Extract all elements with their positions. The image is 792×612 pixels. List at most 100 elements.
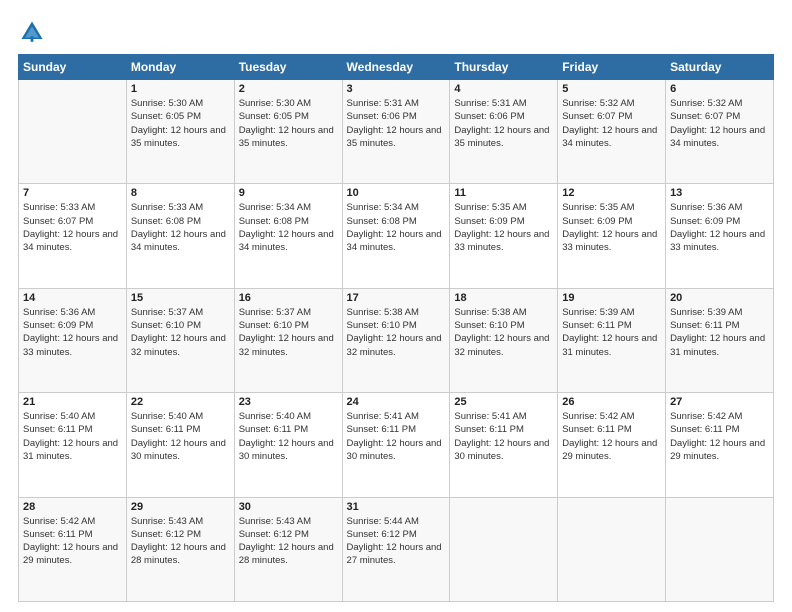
day-info: Sunrise: 5:37 AM Sunset: 6:10 PM Dayligh…: [239, 306, 338, 359]
calendar-cell: 21 Sunrise: 5:40 AM Sunset: 6:11 PM Dayli…: [19, 393, 127, 497]
day-info: Sunrise: 5:38 AM Sunset: 6:10 PM Dayligh…: [347, 306, 446, 359]
day-number: 27: [670, 396, 769, 408]
day-number: 12: [562, 187, 661, 199]
day-number: 15: [131, 292, 230, 304]
calendar-cell: 17 Sunrise: 5:38 AM Sunset: 6:10 PM Dayli…: [342, 288, 450, 392]
logo-icon: [18, 18, 46, 46]
week-row-0: 1 Sunrise: 5:30 AM Sunset: 6:05 PM Daylig…: [19, 80, 774, 184]
day-info: Sunrise: 5:42 AM Sunset: 6:11 PM Dayligh…: [562, 410, 661, 463]
day-number: 11: [454, 187, 553, 199]
calendar-cell: 11 Sunrise: 5:35 AM Sunset: 6:09 PM Dayli…: [450, 184, 558, 288]
day-number: 30: [239, 501, 338, 513]
day-number: 10: [347, 187, 446, 199]
day-info: Sunrise: 5:38 AM Sunset: 6:10 PM Dayligh…: [454, 306, 553, 359]
header-row: SundayMondayTuesdayWednesdayThursdayFrid…: [19, 55, 774, 80]
day-info: Sunrise: 5:39 AM Sunset: 6:11 PM Dayligh…: [562, 306, 661, 359]
header-day-monday: Monday: [126, 55, 234, 80]
calendar-cell: 7Sunrise: 5:33 AM Sunset: 6:07 PM Daylig…: [19, 184, 127, 288]
day-number: 26: [562, 396, 661, 408]
day-number: 20: [670, 292, 769, 304]
calendar-cell: 2 Sunrise: 5:30 AM Sunset: 6:05 PM Daylig…: [234, 80, 342, 184]
day-info: Sunrise: 5:40 AM Sunset: 6:11 PM Dayligh…: [239, 410, 338, 463]
day-number: 25: [454, 396, 553, 408]
calendar-cell: 14 Sunrise: 5:36 AM Sunset: 6:09 PM Dayli…: [19, 288, 127, 392]
calendar-cell: 20 Sunrise: 5:39 AM Sunset: 6:11 PM Dayli…: [666, 288, 774, 392]
calendar-cell: 10 Sunrise: 5:34 AM Sunset: 6:08 PM Dayli…: [342, 184, 450, 288]
header-day-sunday: Sunday: [19, 55, 127, 80]
calendar-cell: 26 Sunrise: 5:42 AM Sunset: 6:11 PM Dayli…: [558, 393, 666, 497]
calendar-table: SundayMondayTuesdayWednesdayThursdayFrid…: [18, 54, 774, 602]
day-number: 13: [670, 187, 769, 199]
calendar-cell: 18 Sunrise: 5:38 AM Sunset: 6:10 PM Dayli…: [450, 288, 558, 392]
day-number: 4: [454, 83, 553, 95]
header: [18, 18, 774, 46]
day-info: Sunrise: 5:33 AM Sunset: 6:08 PM Dayligh…: [131, 201, 230, 254]
day-number: 23: [239, 396, 338, 408]
day-info: Sunrise: 5:42 AM Sunset: 6:11 PM Dayligh…: [670, 410, 769, 463]
day-info: Sunrise: 5:39 AM Sunset: 6:11 PM Dayligh…: [670, 306, 769, 359]
calendar-cell: 15Sunrise: 5:37 AM Sunset: 6:10 PM Dayli…: [126, 288, 234, 392]
day-number: 19: [562, 292, 661, 304]
calendar-cell: 23 Sunrise: 5:40 AM Sunset: 6:11 PM Dayli…: [234, 393, 342, 497]
day-info: Sunrise: 5:32 AM Sunset: 6:07 PM Dayligh…: [670, 97, 769, 150]
day-number: 18: [454, 292, 553, 304]
header-day-friday: Friday: [558, 55, 666, 80]
week-row-3: 21 Sunrise: 5:40 AM Sunset: 6:11 PM Dayli…: [19, 393, 774, 497]
day-info: Sunrise: 5:40 AM Sunset: 6:11 PM Dayligh…: [131, 410, 230, 463]
header-day-thursday: Thursday: [450, 55, 558, 80]
day-info: Sunrise: 5:43 AM Sunset: 6:12 PM Dayligh…: [131, 515, 230, 568]
day-info: Sunrise: 5:30 AM Sunset: 6:05 PM Dayligh…: [239, 97, 338, 150]
day-number: 5: [562, 83, 661, 95]
calendar-cell: 5 Sunrise: 5:32 AM Sunset: 6:07 PM Daylig…: [558, 80, 666, 184]
header-day-wednesday: Wednesday: [342, 55, 450, 80]
day-info: Sunrise: 5:31 AM Sunset: 6:06 PM Dayligh…: [347, 97, 446, 150]
day-number: 31: [347, 501, 446, 513]
calendar-cell: 25Sunrise: 5:41 AM Sunset: 6:11 PM Dayli…: [450, 393, 558, 497]
day-number: 14: [23, 292, 122, 304]
day-info: Sunrise: 5:40 AM Sunset: 6:11 PM Dayligh…: [23, 410, 122, 463]
day-info: Sunrise: 5:35 AM Sunset: 6:09 PM Dayligh…: [454, 201, 553, 254]
day-info: Sunrise: 5:36 AM Sunset: 6:09 PM Dayligh…: [23, 306, 122, 359]
calendar-cell: 29 Sunrise: 5:43 AM Sunset: 6:12 PM Dayli…: [126, 497, 234, 601]
calendar-cell: 19 Sunrise: 5:39 AM Sunset: 6:11 PM Dayli…: [558, 288, 666, 392]
day-number: 16: [239, 292, 338, 304]
header-day-saturday: Saturday: [666, 55, 774, 80]
day-number: 3: [347, 83, 446, 95]
day-number: 2: [239, 83, 338, 95]
calendar-cell: 12 Sunrise: 5:35 AM Sunset: 6:09 PM Dayli…: [558, 184, 666, 288]
day-info: Sunrise: 5:32 AM Sunset: 6:07 PM Dayligh…: [562, 97, 661, 150]
day-number: 17: [347, 292, 446, 304]
day-number: 24: [347, 396, 446, 408]
day-number: 28: [23, 501, 122, 513]
day-number: 9: [239, 187, 338, 199]
day-info: Sunrise: 5:35 AM Sunset: 6:09 PM Dayligh…: [562, 201, 661, 254]
day-info: Sunrise: 5:30 AM Sunset: 6:05 PM Dayligh…: [131, 97, 230, 150]
day-number: 21: [23, 396, 122, 408]
day-info: Sunrise: 5:44 AM Sunset: 6:12 PM Dayligh…: [347, 515, 446, 568]
calendar-cell: 24 Sunrise: 5:41 AM Sunset: 6:11 PM Dayli…: [342, 393, 450, 497]
calendar-cell: 28Sunrise: 5:42 AM Sunset: 6:11 PM Dayli…: [19, 497, 127, 601]
calendar-cell: 6Sunrise: 5:32 AM Sunset: 6:07 PM Daylig…: [666, 80, 774, 184]
day-number: 29: [131, 501, 230, 513]
calendar-cell: 31 Sunrise: 5:44 AM Sunset: 6:12 PM Dayli…: [342, 497, 450, 601]
calendar-cell: 22 Sunrise: 5:40 AM Sunset: 6:11 PM Dayli…: [126, 393, 234, 497]
day-info: Sunrise: 5:34 AM Sunset: 6:08 PM Dayligh…: [347, 201, 446, 254]
day-number: 1: [131, 83, 230, 95]
week-row-1: 7Sunrise: 5:33 AM Sunset: 6:07 PM Daylig…: [19, 184, 774, 288]
day-info: Sunrise: 5:33 AM Sunset: 6:07 PM Dayligh…: [23, 201, 122, 254]
day-info: Sunrise: 5:31 AM Sunset: 6:06 PM Dayligh…: [454, 97, 553, 150]
calendar-cell: 30 Sunrise: 5:43 AM Sunset: 6:12 PM Dayli…: [234, 497, 342, 601]
calendar-cell: 1 Sunrise: 5:30 AM Sunset: 6:05 PM Daylig…: [126, 80, 234, 184]
calendar-cell: 16 Sunrise: 5:37 AM Sunset: 6:10 PM Dayli…: [234, 288, 342, 392]
calendar-cell: [558, 497, 666, 601]
calendar-cell: 9Sunrise: 5:34 AM Sunset: 6:08 PM Daylig…: [234, 184, 342, 288]
calendar-cell: 3 Sunrise: 5:31 AM Sunset: 6:06 PM Daylig…: [342, 80, 450, 184]
logo: [18, 18, 50, 46]
calendar-cell: [19, 80, 127, 184]
calendar-cell: [666, 497, 774, 601]
day-info: Sunrise: 5:43 AM Sunset: 6:12 PM Dayligh…: [239, 515, 338, 568]
day-info: Sunrise: 5:41 AM Sunset: 6:11 PM Dayligh…: [347, 410, 446, 463]
calendar-cell: [450, 497, 558, 601]
day-number: 22: [131, 396, 230, 408]
calendar-cell: 27 Sunrise: 5:42 AM Sunset: 6:11 PM Dayli…: [666, 393, 774, 497]
